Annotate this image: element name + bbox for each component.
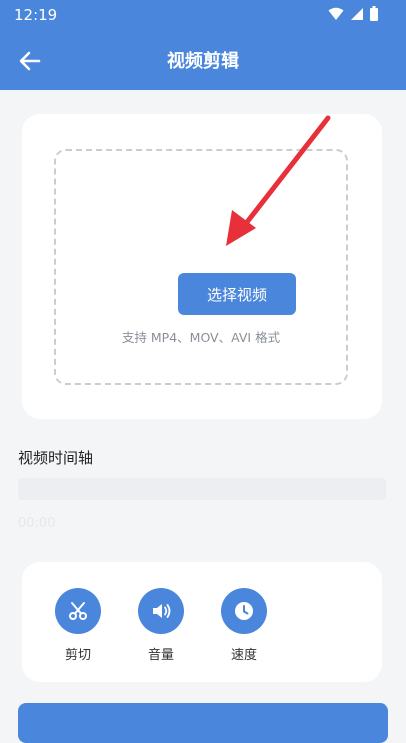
timeline-time: 00:00 (18, 516, 56, 531)
video-drop-zone[interactable]: 选择视频 支持 MP4、MOV、AVI 格式 (54, 149, 348, 385)
tools-card: 剪切 音量 速度 (22, 562, 382, 682)
bottom-action-button[interactable] (18, 703, 388, 743)
tool-cut[interactable]: 剪切 (48, 588, 108, 663)
timeline-track[interactable] (18, 478, 386, 500)
tool-speed-label: 速度 (230, 648, 257, 663)
clock-icon (221, 588, 267, 634)
app-bar: 视频剪辑 (0, 30, 406, 90)
status-bar: 12:19 (0, 0, 406, 30)
status-time: 12:19 (14, 6, 58, 24)
status-icons (328, 6, 378, 21)
wifi-icon (328, 7, 344, 20)
scissors-icon (55, 588, 101, 634)
volume-icon (138, 588, 184, 634)
tool-cut-label: 剪切 (64, 648, 91, 663)
format-hint: 支持 MP4、MOV、AVI 格式 (121, 330, 281, 345)
tool-volume[interactable]: 音量 (131, 588, 191, 663)
timeline-label: 视频时间轴 (18, 449, 94, 467)
upload-card: 选择视频 支持 MP4、MOV、AVI 格式 (22, 114, 382, 419)
tool-volume-label: 音量 (147, 648, 174, 663)
signal-icon (351, 7, 363, 20)
tool-speed[interactable]: 速度 (214, 588, 274, 663)
battery-icon (370, 6, 378, 21)
page-title: 视频剪辑 (167, 51, 239, 72)
select-video-button[interactable]: 选择视频 (178, 273, 296, 315)
